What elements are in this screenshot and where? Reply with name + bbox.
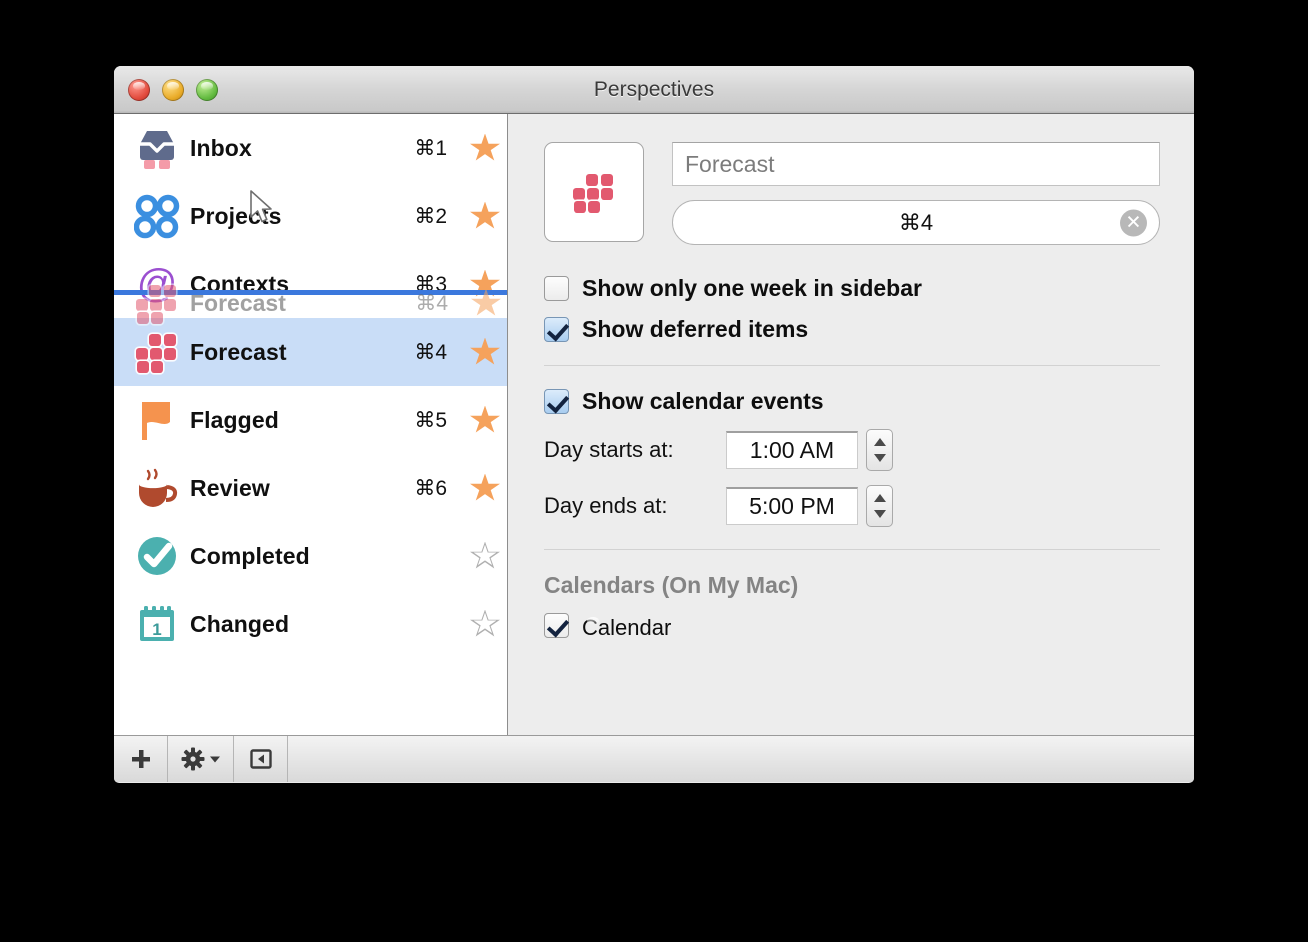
favorite-star-icon[interactable] [463, 609, 507, 639]
day-ends-stepper[interactable] [866, 485, 893, 527]
day-starts-stepper[interactable] [866, 429, 893, 471]
checkbox-icon[interactable] [544, 276, 569, 301]
sidebar-item-shortcut: ⌘2 [414, 204, 447, 228]
favorite-star-icon[interactable] [463, 473, 507, 503]
option-label: Show only one week in sidebar [582, 275, 922, 301]
favorite-star-icon[interactable] [463, 405, 507, 435]
contexts-icon: @ [124, 262, 190, 306]
stepper-up-icon[interactable] [873, 438, 886, 446]
stepper-up-icon[interactable] [873, 494, 886, 502]
identity-fields: Forecast ⌘4 ✕ [672, 142, 1160, 245]
screen: Perspectives Inbox ⌘1 Projects ⌘2 @ Cont… [0, 0, 1308, 942]
projects-icon [124, 193, 190, 239]
day-ends-label: Day ends at: [544, 493, 668, 518]
action-menu-button[interactable] [168, 736, 234, 782]
panel-toggle-icon [249, 749, 272, 769]
sidebar-item-label: Completed [190, 542, 310, 569]
perspectives-window: Perspectives Inbox ⌘1 Projects ⌘2 @ Cont… [114, 66, 1194, 783]
day-starts-control: 1:00 AM [726, 429, 893, 471]
stepper-down-icon[interactable] [873, 510, 886, 518]
identity-row: Forecast ⌘4 ✕ [544, 142, 1160, 245]
toolbar-filler [288, 736, 1194, 782]
sidebar-item-shortcut: ⌘4 [414, 340, 447, 364]
window-body: Inbox ⌘1 Projects ⌘2 @ Contexts ⌘3 Forec… [114, 114, 1194, 735]
forecast-icon [573, 172, 615, 213]
shortcut-recorder-field[interactable]: ⌘4 ✕ [672, 200, 1160, 245]
perspectives-list[interactable]: Inbox ⌘1 Projects ⌘2 @ Contexts ⌘3 Forec… [114, 114, 508, 735]
add-perspective-button[interactable] [114, 736, 168, 782]
sidebar-item-shortcut: ⌘1 [414, 136, 447, 160]
sidebar-item-label: Inbox [190, 134, 252, 161]
day-starts-label: Day starts at: [544, 437, 674, 462]
favorite-star-icon[interactable] [463, 541, 507, 571]
chevron-down-icon [209, 756, 220, 763]
divider [544, 365, 1160, 366]
sidebar-item-label: Changed [190, 610, 290, 637]
completed-icon [124, 534, 190, 578]
sidebar-item-changed[interactable]: 1 Changed [114, 590, 507, 658]
day-starts-row: Day starts at: 1:00 AM [544, 429, 1160, 471]
option-label: Show calendar events [582, 388, 824, 414]
sidebar-item-shortcut: ⌘6 [414, 476, 447, 500]
shortcut-value: ⌘4 [898, 209, 934, 235]
perspective-name-input[interactable]: Forecast [672, 142, 1160, 186]
sidebar-item-label: Flagged [190, 406, 279, 433]
checkbox-icon[interactable] [544, 613, 569, 638]
sidebar-item-forecast[interactable]: Forecast ⌘4 [114, 318, 507, 386]
day-ends-control: 5:00 PM [726, 485, 893, 527]
perspective-detail-panel: Forecast ⌘4 ✕ Show only one week in side… [508, 114, 1194, 735]
calendars-group-title: Calendars (On My Mac) [544, 572, 799, 598]
drop-insertion-line [114, 290, 507, 295]
sidebar-item-review[interactable]: Review ⌘6 [114, 454, 507, 522]
calendar-options-section: Show calendar events Day starts at: 1:00… [544, 388, 1160, 527]
divider [544, 549, 1160, 550]
calendars-section: Calendars (On My Mac) Calendar [544, 572, 1160, 640]
perspective-icon-well[interactable] [544, 142, 644, 242]
clear-shortcut-icon[interactable]: ✕ [1120, 209, 1147, 236]
option-show-calendar-events[interactable]: Show calendar events [544, 388, 1160, 415]
svg-text:@: @ [137, 262, 178, 306]
favorite-star-icon[interactable] [463, 133, 507, 163]
sidebar-item-completed[interactable]: Completed [114, 522, 507, 590]
option-show-one-week[interactable]: Show only one week in sidebar [544, 275, 1160, 302]
forecast-icon [124, 332, 190, 373]
changed-icon: 1 [124, 602, 190, 646]
sidebar-item-label: Forecast [190, 338, 287, 365]
day-ends-row: Day ends at: 5:00 PM [544, 485, 1160, 527]
svg-text:1: 1 [152, 620, 161, 639]
toggle-panel-button[interactable] [234, 736, 288, 782]
sidebar-item-label: Review [190, 474, 270, 501]
favorite-star-icon[interactable] [463, 337, 507, 367]
sidebar-item-label: Projects [190, 202, 282, 229]
mouse-cursor [250, 190, 272, 223]
sidebar-item-contexts[interactable]: @ Contexts ⌘3 [114, 250, 507, 318]
option-label: Show deferred items [582, 316, 809, 342]
review-icon [124, 465, 190, 511]
bottom-toolbar [114, 735, 1194, 782]
sidebar-item-projects[interactable]: Projects ⌘2 [114, 182, 507, 250]
sidebar-item-inbox[interactable]: Inbox ⌘1 [114, 114, 507, 182]
calendar-item-label: Calendar [582, 614, 672, 640]
flagged-icon [124, 398, 190, 442]
plus-icon [131, 750, 150, 768]
stepper-down-icon[interactable] [873, 454, 886, 462]
window-title: Perspectives [593, 78, 715, 101]
sidebar-item-flagged[interactable]: Flagged ⌘5 [114, 386, 507, 454]
checkbox-icon[interactable] [544, 389, 569, 414]
option-show-deferred[interactable]: Show deferred items [544, 316, 1160, 343]
inbox-icon [124, 127, 190, 169]
day-ends-input[interactable]: 5:00 PM [726, 487, 858, 525]
gear-icon [181, 747, 204, 771]
favorite-star-icon[interactable] [463, 201, 507, 231]
day-starts-input[interactable]: 1:00 AM [726, 431, 858, 469]
calendar-item-calendar[interactable]: Calendar [544, 613, 1160, 640]
checkbox-icon[interactable] [544, 317, 569, 342]
sidebar-item-shortcut: ⌘5 [414, 408, 447, 432]
sidebar-options-section: Show only one week in sidebar Show defer… [544, 275, 1160, 343]
title-bar[interactable]: Perspectives [114, 66, 1194, 114]
